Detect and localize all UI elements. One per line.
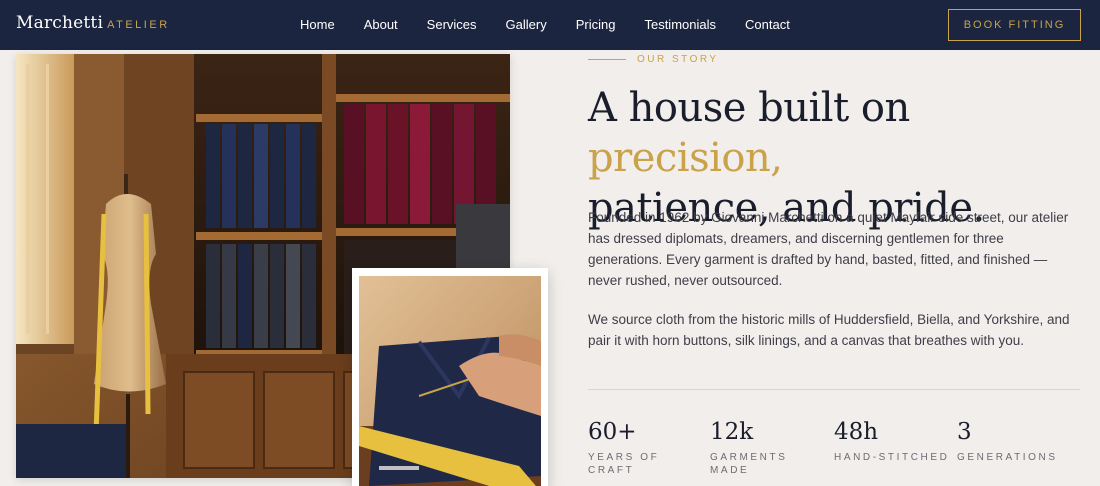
stat-value: 48h [834, 419, 879, 445]
stat-label: HAND-STITCHED [834, 452, 950, 463]
headline-part-1: A house built on [588, 85, 910, 131]
eyebrow-rule [588, 59, 626, 60]
stat-generations: 3 GENERATIONS [957, 419, 1058, 464]
brand-logo[interactable]: Marchetti ATELIER [16, 13, 170, 33]
nav-link-home[interactable]: Home [300, 17, 335, 32]
stat-label: GENERATIONS [957, 452, 1058, 463]
nav-link-gallery[interactable]: Gallery [506, 17, 547, 32]
nav-link-services[interactable]: Services [427, 17, 477, 32]
stat-value: 60+ [588, 419, 637, 445]
stat-value: 12k [710, 419, 754, 445]
nav-link-contact[interactable]: Contact [745, 17, 790, 32]
top-nav: Marchetti ATELIER Home About Services Gal… [0, 0, 1100, 50]
stat-label: GARMENTS MADE [710, 452, 788, 476]
section-divider [588, 389, 1080, 390]
brand-name: Marchetti [16, 13, 104, 33]
stat-value: 3 [957, 419, 972, 445]
stat-years: 60+ YEARS OF CRAFT [588, 419, 659, 477]
story-paragraph-2: We source cloth from the historic mills … [588, 312, 1070, 348]
nav-link-testimonials[interactable]: Testimonials [644, 17, 716, 32]
hand-stitching-photo [359, 276, 541, 486]
detail-photo-frame [352, 268, 548, 486]
story-paragraph-1: Founded in 1962 by Giovanni Marchetti on… [588, 210, 1069, 288]
stat-label: YEARS OF CRAFT [588, 452, 660, 476]
headline-accent: precision, [588, 135, 783, 181]
book-fitting-button[interactable]: BOOK FITTING [948, 9, 1081, 41]
stat-hand-stitched: 48h HAND-STITCHED [834, 419, 949, 464]
brand-sub: ATELIER [107, 19, 170, 31]
main-menu: Home About Services Gallery Pricing Test… [300, 17, 819, 32]
nav-link-about[interactable]: About [364, 17, 398, 32]
stat-garments: 12k GARMENTS MADE [710, 419, 787, 477]
section-eyebrow: OUR STORY [637, 54, 719, 65]
nav-link-pricing[interactable]: Pricing [576, 17, 616, 32]
